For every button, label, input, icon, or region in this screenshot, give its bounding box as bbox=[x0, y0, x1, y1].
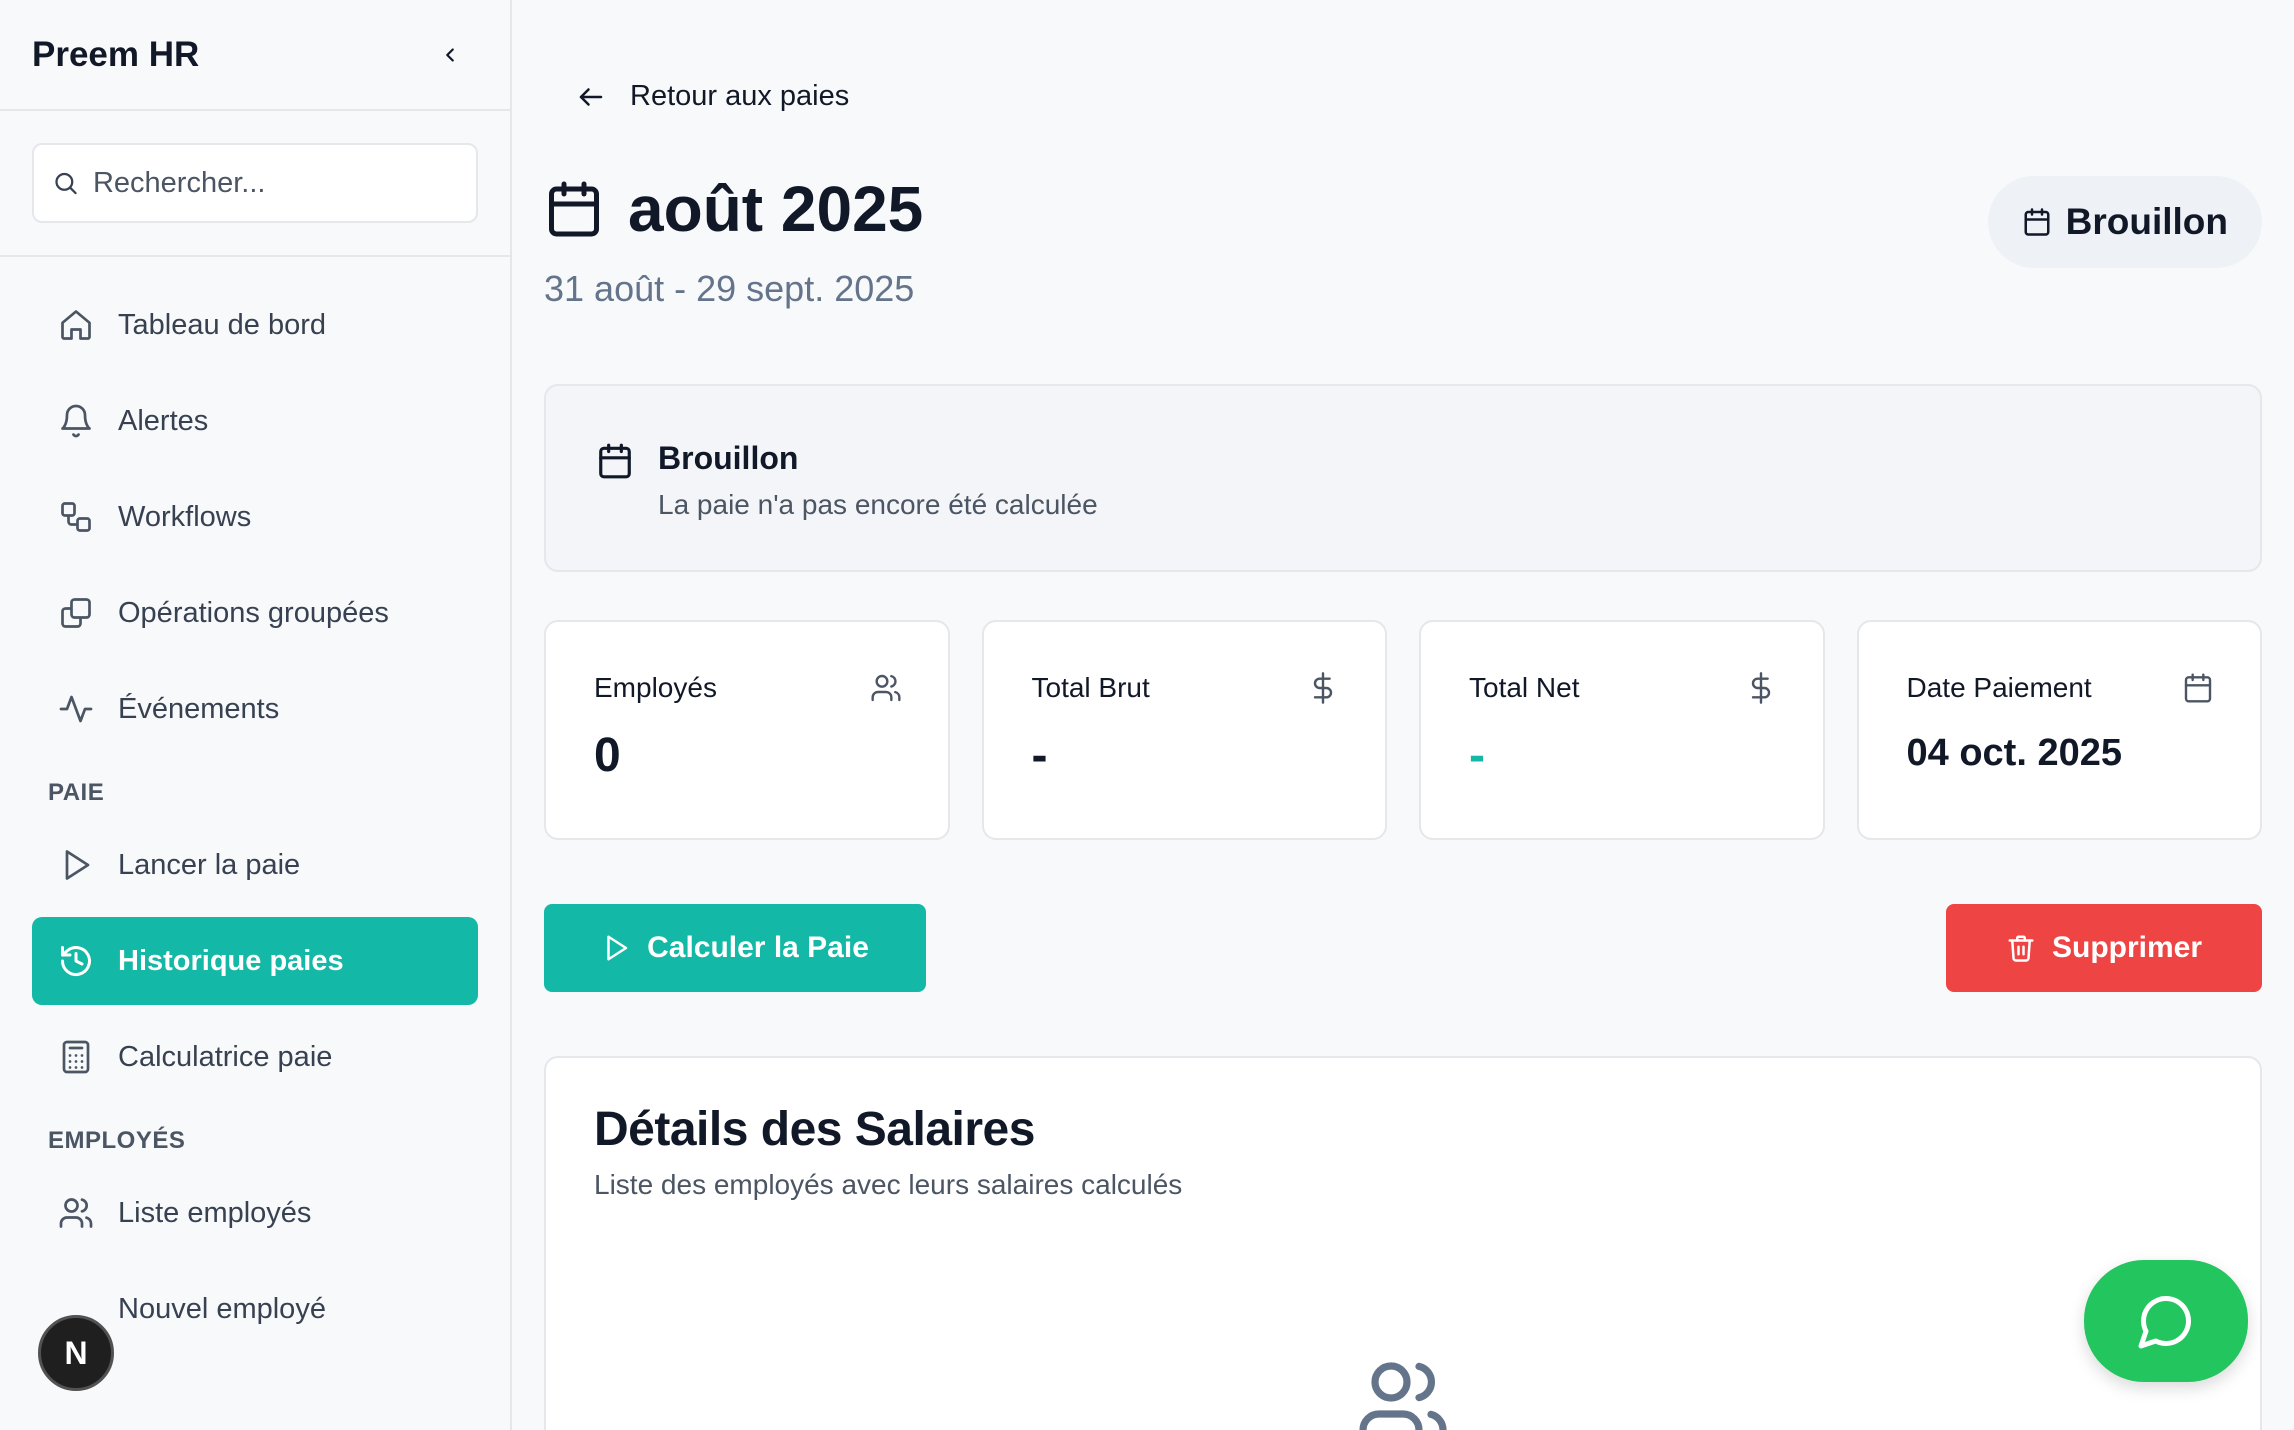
stat-card-total-net: Total Net - bbox=[1419, 620, 1825, 840]
chevron-left-icon bbox=[446, 47, 454, 62]
sidebar-item-label: Liste employés bbox=[118, 1196, 312, 1229]
sidebar-item-label: Tableau de bord bbox=[118, 308, 326, 341]
delete-label: Supprimer bbox=[2051, 931, 2203, 964]
stat-value: - bbox=[1469, 729, 1485, 782]
sidebar-item-dashboard[interactable]: Tableau de bord bbox=[32, 281, 478, 369]
search-input[interactable] bbox=[92, 166, 458, 200]
delete-button[interactable]: Supprimer bbox=[1946, 904, 2262, 992]
stats-row: Employés 0 Total Brut - Total Net - Date… bbox=[544, 620, 2262, 840]
sidebar-item-label: Workflows bbox=[118, 500, 252, 533]
calendar-icon bbox=[599, 443, 631, 479]
users-icon bbox=[870, 672, 902, 704]
app-name: Preem HR bbox=[32, 34, 200, 74]
sidebar-item-label: Événements bbox=[118, 692, 280, 725]
calendar-icon bbox=[2182, 672, 2214, 704]
search-box[interactable] bbox=[32, 143, 478, 223]
sidebar-item-alerts[interactable]: Alertes bbox=[32, 377, 478, 465]
home-icon bbox=[56, 305, 96, 345]
info-title: Brouillon bbox=[658, 440, 799, 476]
sidebar-item-run-payroll[interactable]: Lancer la paie bbox=[32, 821, 478, 909]
dollar-icon bbox=[1307, 672, 1339, 704]
status-info-card: Brouillon La paie n'a pas encore été cal… bbox=[544, 384, 2262, 572]
page-header: août 2025 bbox=[544, 172, 923, 246]
calculate-payroll-button[interactable]: Calculer la Paie bbox=[544, 904, 926, 992]
status-badge-label: Brouillon bbox=[2065, 201, 2228, 242]
chat-button[interactable] bbox=[2084, 1260, 2248, 1382]
status-badge: Brouillon bbox=[1987, 176, 2262, 268]
section-label-paie: PAIE bbox=[48, 779, 105, 806]
details-subtitle: Liste des employés avec leurs salaires c… bbox=[594, 1169, 1183, 1200]
avatar[interactable]: N bbox=[38, 1315, 114, 1391]
stat-label: Employés bbox=[594, 672, 717, 703]
sidebar-nav: Tableau de bord Alertes Workflows Opérat… bbox=[0, 257, 510, 1353]
salary-details-card: Détails des Salaires Liste des employés … bbox=[544, 1056, 2262, 1430]
history-icon bbox=[56, 941, 96, 981]
sidebar-item-label: Opérations groupées bbox=[118, 596, 389, 629]
stat-card-employees: Employés 0 bbox=[544, 620, 950, 840]
sidebar-item-bulk-operations[interactable]: Opérations groupées bbox=[32, 569, 478, 657]
sidebar-item-label: Lancer la paie bbox=[118, 848, 301, 881]
play-icon bbox=[607, 935, 628, 961]
stat-card-total-gross: Total Brut - bbox=[981, 620, 1387, 840]
page-title: août 2025 bbox=[628, 173, 924, 245]
sidebar-item-label: Historique paies bbox=[118, 944, 344, 977]
copy-icon bbox=[56, 593, 96, 633]
sidebar-item-events[interactable]: Événements bbox=[32, 665, 478, 753]
sidebar-item-workflows[interactable]: Workflows bbox=[32, 473, 478, 561]
back-link-label: Retour aux paies bbox=[630, 80, 850, 112]
calculate-payroll-label: Calculer la Paie bbox=[647, 931, 869, 964]
calendar-icon bbox=[549, 181, 599, 237]
stat-label: Total Net bbox=[1469, 672, 1580, 703]
dollar-icon bbox=[1745, 672, 1777, 704]
chat-bubble-icon bbox=[2138, 1295, 2192, 1349]
stat-card-payment-date: Date Paiement 04 oct. 2025 bbox=[1856, 620, 2262, 840]
stat-value: - bbox=[1031, 729, 1048, 782]
sidebar-item-label: Nouvel employé bbox=[118, 1292, 326, 1325]
stat-label: Total Brut bbox=[1031, 672, 1150, 703]
activity-icon bbox=[56, 689, 96, 729]
arrow-left-icon bbox=[579, 87, 603, 106]
users-icon bbox=[1355, 1354, 1451, 1430]
bell-icon bbox=[56, 401, 96, 441]
workflow-icon bbox=[56, 497, 96, 537]
back-link[interactable]: Retour aux paies bbox=[544, 80, 849, 113]
search-icon bbox=[55, 172, 77, 195]
play-icon bbox=[56, 845, 96, 885]
sidebar-item-label: Calculatrice paie bbox=[118, 1040, 333, 1073]
details-title: Détails des Salaires bbox=[594, 1103, 1035, 1156]
section-label-employes: EMPLOYÉS bbox=[48, 1127, 186, 1154]
collapse-sidebar-button[interactable] bbox=[430, 35, 470, 75]
sidebar-item-employee-list[interactable]: Liste employés bbox=[32, 1169, 478, 1257]
sidebar: Preem HR Tableau de bord Alertes bbox=[0, 0, 512, 1430]
users-icon bbox=[56, 1193, 96, 1233]
trash-icon bbox=[2008, 935, 2034, 962]
sidebar-item-payroll-calculator[interactable]: Calculatrice paie bbox=[32, 1013, 478, 1101]
sidebar-item-label: Alertes bbox=[118, 404, 209, 437]
info-description: La paie n'a pas encore été calculée bbox=[658, 489, 1098, 520]
stat-value: 0 bbox=[594, 729, 621, 782]
calculator-icon bbox=[56, 1037, 96, 1077]
stat-value: 04 oct. 2025 bbox=[1906, 732, 2122, 774]
search-container bbox=[0, 111, 510, 257]
stat-label: Date Paiement bbox=[1906, 672, 2092, 703]
sidebar-item-payroll-history[interactable]: Historique paies bbox=[32, 917, 478, 1005]
period-range: 31 août - 29 sept. 2025 bbox=[544, 268, 915, 309]
calendar-icon bbox=[2024, 208, 2050, 236]
sidebar-header: Preem HR bbox=[0, 0, 510, 111]
